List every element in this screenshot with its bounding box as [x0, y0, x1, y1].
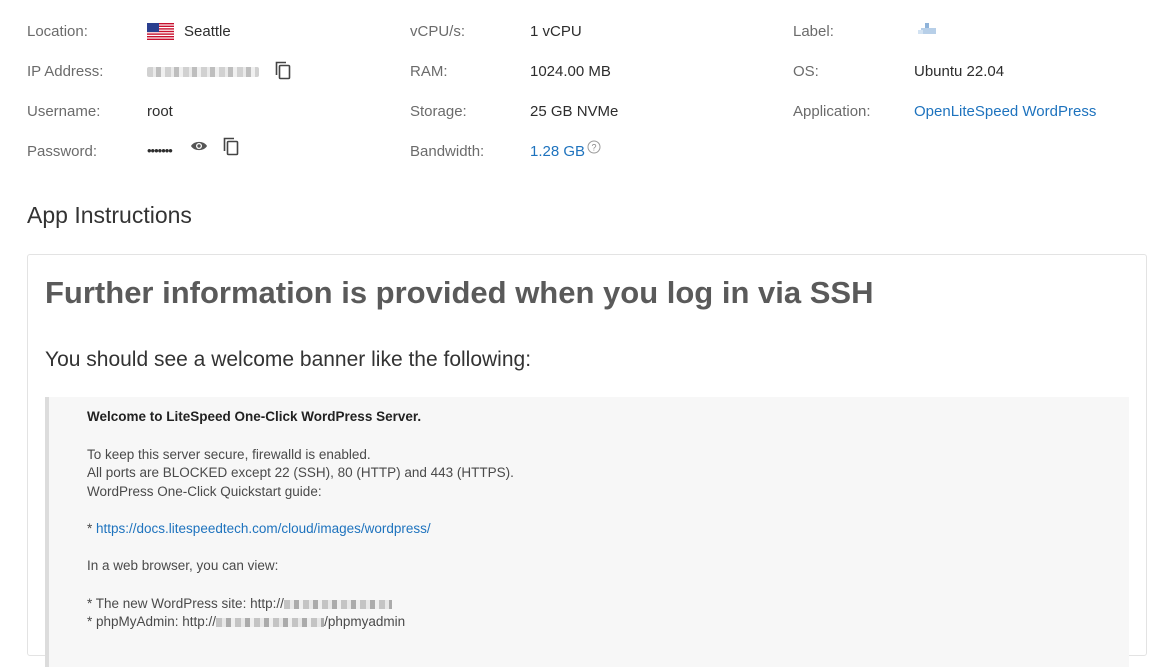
os-label: OS: [793, 63, 819, 80]
banner-line: * https://docs.litespeedtech.com/cloud/i… [87, 521, 431, 536]
quickstart-guide-link[interactable]: https://docs.litespeedtech.com/cloud/ima… [96, 521, 431, 536]
banner-line: * The new WordPress site: http:// [87, 596, 392, 611]
phpmyadmin-url-redacted [216, 617, 325, 627]
ip-address-value-redacted [147, 67, 259, 77]
bandwidth-label: Bandwidth: [410, 143, 485, 160]
storage-value: 25 GB NVMe [530, 103, 619, 120]
location-value: Seattle [184, 23, 231, 40]
vcpu-label: vCPU/s: [410, 23, 466, 40]
copy-icon[interactable] [275, 61, 291, 80]
username-value: root [147, 103, 173, 120]
copy-icon[interactable] [223, 137, 239, 156]
banner-line: In a web browser, you can view: [87, 558, 279, 573]
ram-label: RAM: [410, 63, 448, 80]
os-value: Ubuntu 22.04 [914, 63, 1005, 80]
instructions-heading: Further information is provided when you… [45, 275, 874, 310]
location-label: Location: [27, 23, 88, 40]
banner-bullet: * [87, 521, 97, 536]
ram-value: 1024.00 MB [530, 63, 611, 80]
application-label: Application: [793, 103, 871, 120]
banner-line: To keep this server secure, firewalld is… [87, 447, 371, 462]
password-value: ••••••• [147, 143, 173, 158]
label-label: Label: [793, 23, 834, 40]
storage-label: Storage: [410, 103, 467, 120]
banner-line: WordPress One-Click Quickstart guide: [87, 484, 322, 499]
instructions-subheading: You should see a welcome banner like the… [45, 348, 532, 371]
vcpu-value: 1 vCPU [530, 23, 582, 40]
tag-icon[interactable] [918, 23, 938, 37]
application-link[interactable]: OpenLiteSpeed WordPress [914, 103, 1096, 120]
banner-line: * phpMyAdmin: http:// /phpmyadmin [87, 614, 405, 629]
wordpress-site-text: * The new WordPress site: http:// [87, 596, 284, 611]
welcome-banner: Welcome to LiteSpeed One-Click WordPress… [45, 397, 1129, 667]
eye-icon[interactable] [190, 139, 208, 153]
banner-line: Welcome to LiteSpeed One-Click WordPress… [87, 409, 422, 424]
wordpress-site-url-redacted [283, 599, 392, 609]
app-instructions-title: App Instructions [27, 202, 192, 228]
ip-address-label: IP Address: [27, 63, 104, 80]
phpmyadmin-suffix: /phpmyadmin [324, 614, 406, 629]
us-flag-icon [147, 23, 174, 40]
instructions-panel: Further information is provided when you… [27, 254, 1147, 667]
banner-line: All ports are BLOCKED except 22 (SSH), 8… [87, 465, 514, 480]
username-label: Username: [27, 103, 101, 120]
phpmyadmin-text: * phpMyAdmin: http:// [87, 614, 217, 629]
svg-text:?: ? [591, 143, 596, 153]
bandwidth-value[interactable]: 1.28 GB [530, 143, 585, 160]
password-label: Password: [27, 143, 98, 160]
help-icon[interactable]: ? [587, 140, 601, 154]
